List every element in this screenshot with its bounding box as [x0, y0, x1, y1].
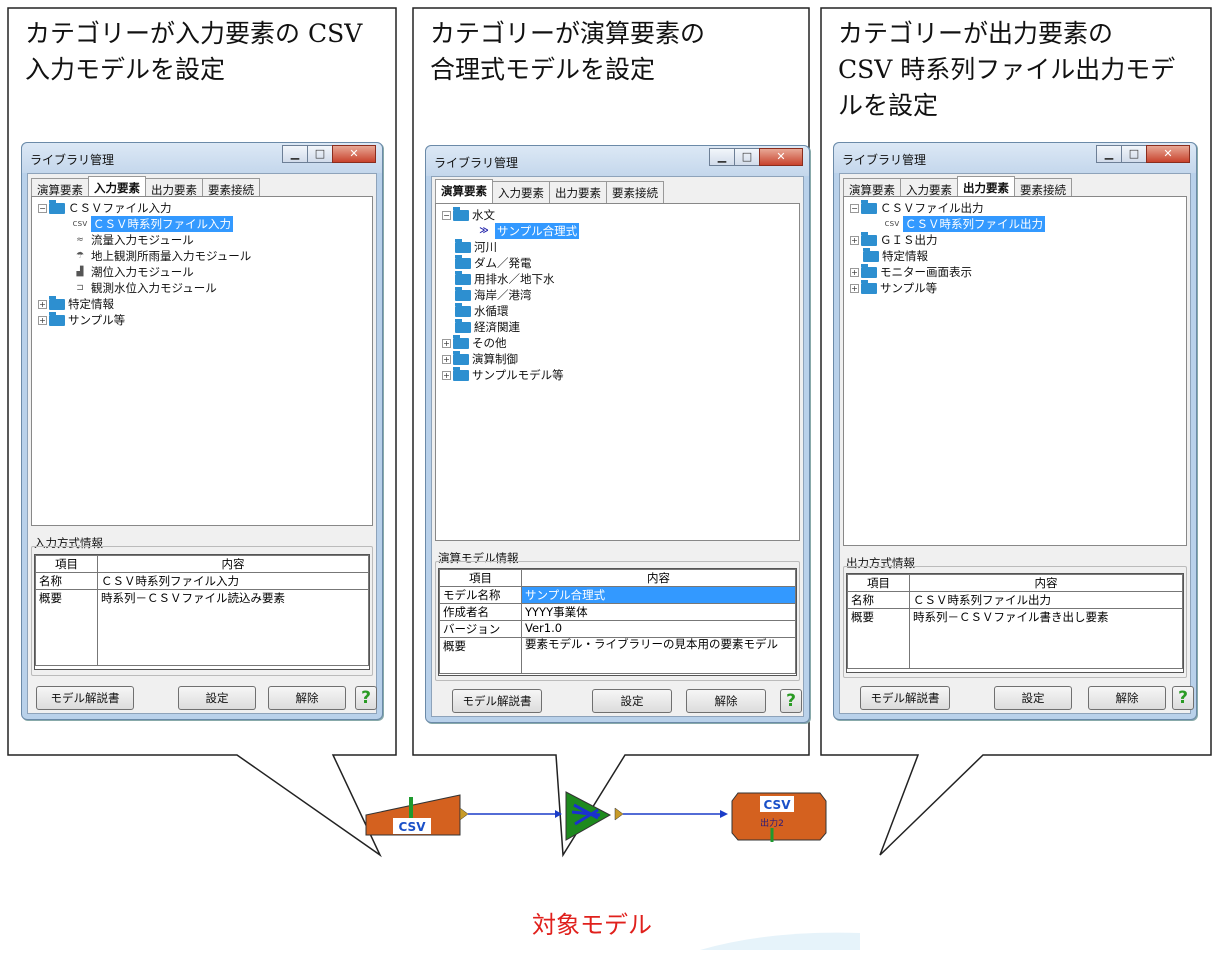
csv-input-label: CSV — [399, 820, 427, 834]
target-model-label: 対象モデル — [532, 911, 652, 939]
output-port-icon — [614, 807, 624, 821]
formula-node[interactable] — [565, 791, 612, 841]
arrowhead-icon — [555, 810, 562, 818]
csv-input-node[interactable]: CSV — [365, 794, 461, 836]
arrowhead-icon — [720, 810, 728, 818]
csv-output-label: CSV — [764, 798, 792, 812]
output-sub-label: 出力2 — [760, 817, 784, 829]
target-model-flow: CSV CSV 出力2 — [365, 791, 860, 950]
reflection-decoration — [700, 932, 860, 950]
output-port-icon — [459, 807, 469, 821]
csv-output-node[interactable]: CSV 出力2 — [731, 792, 827, 842]
